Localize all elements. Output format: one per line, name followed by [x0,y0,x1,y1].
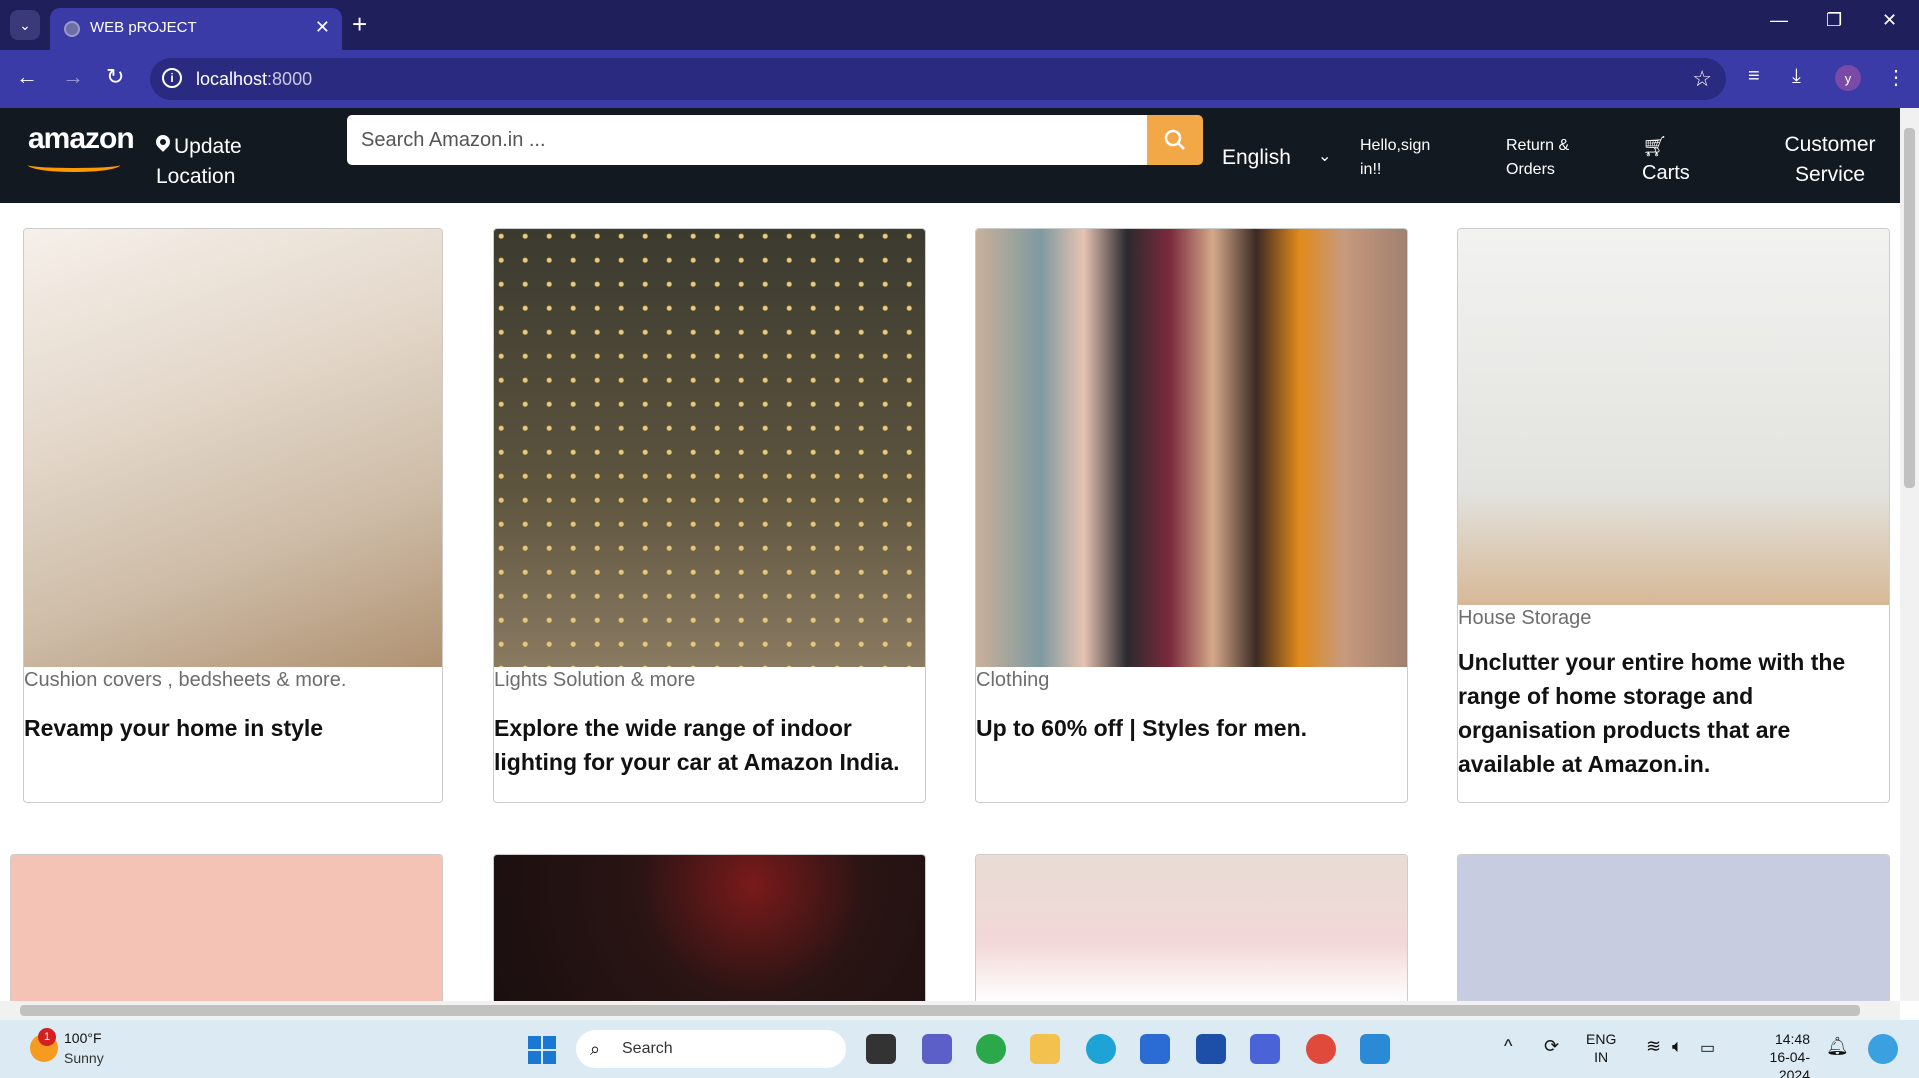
bookmark-star-icon[interactable]: ☆ [1692,66,1712,92]
amazon-logo[interactable]: amazon [28,122,135,156]
search-icon: ⌕ [590,1039,601,1059]
language-select[interactable]: English [1222,146,1291,170]
product-card[interactable]: Lights Solution & more Explore the wide … [493,228,926,803]
returns-orders-link[interactable]: Return & Orders [1506,134,1596,182]
url-text: localhost:8000 [196,69,313,89]
search-button[interactable] [1147,115,1203,165]
card-category: Cushion covers , bedsheets & more. [24,669,347,691]
card-category: Clothing [976,669,1050,691]
card-image [11,855,442,1001]
volume-icon[interactable]: 🔈︎ [1672,1036,1683,1057]
url-field[interactable]: i localhost:8000 ☆ [150,58,1726,100]
tab-search-button[interactable]: ⌄ [10,10,40,40]
card-image [976,229,1407,667]
notification-bell-icon[interactable]: 🔔︎ [1826,1036,1849,1057]
card-image [494,229,925,667]
card-image [1458,229,1889,605]
reload-icon[interactable]: ↻ [106,64,124,90]
download-icon[interactable]: ⤓ [1792,65,1801,88]
card-category: House Storage [1458,607,1592,629]
file-explorer-icon[interactable] [1030,1034,1060,1064]
linkedin-icon[interactable] [1196,1034,1226,1064]
vertical-scroll-thumb[interactable] [1904,128,1915,488]
wifi-icon[interactable]: ≋ [1646,1036,1661,1057]
product-card[interactable]: Cushion covers , bedsheets & more. Revam… [23,228,443,803]
close-window-icon[interactable]: ✕ [1882,10,1897,31]
product-card[interactable] [10,854,443,1001]
customer-service-link[interactable]: Customer Service [1770,130,1890,190]
weather-temperature[interactable]: 100°F [64,1030,102,1046]
browser-menu-icon[interactable]: ⋮ [1886,65,1906,90]
sign-in-link[interactable]: Hello,sign in!! [1360,134,1460,182]
taskbar-search[interactable]: ⌕ Search [576,1030,846,1068]
store-icon[interactable] [1140,1034,1170,1064]
profile-avatar[interactable]: y [1835,65,1861,91]
back-icon[interactable]: ← [16,64,38,90]
card-title[interactable]: Revamp your home in style [24,711,434,745]
teams-icon[interactable] [922,1034,952,1064]
card-title[interactable]: Unclutter your entire home with the rang… [1458,645,1889,781]
chrome-icon[interactable] [1306,1034,1336,1064]
windows-taskbar: 1 100°F Sunny ⌕ Search ^ ⟳ ENG IN ≋ 🔈︎ ▭… [0,1020,1919,1078]
site-info-icon[interactable]: i [162,68,182,88]
language-indicator[interactable]: ENG IN [1586,1030,1616,1066]
horizontal-scrollbar[interactable] [0,1001,1900,1020]
browser-tab-bar: ⌄ WEB pROJECT ✕ + — ❐ ✕ [0,0,1919,50]
logo-smile-icon [28,158,120,172]
close-tab-icon[interactable]: ✕ [315,17,330,38]
product-card[interactable] [975,854,1408,1001]
copilot-icon[interactable] [976,1034,1006,1064]
update-location-link[interactable]: Update Location [156,132,242,192]
forward-icon[interactable]: → [62,64,84,90]
search-input[interactable]: Search Amazon.in ... [347,115,1147,165]
task-view-icon[interactable] [866,1034,896,1064]
product-card[interactable] [493,854,926,1001]
chevron-down-icon[interactable]: ⌄ [1318,146,1331,166]
battery-icon[interactable]: ▭ [1700,1038,1715,1058]
windows-start-icon[interactable] [528,1036,556,1064]
new-tab-button[interactable]: + [352,9,367,40]
card-image [1458,855,1889,1001]
card-title[interactable]: Explore the wide range of indoor lightin… [494,711,919,779]
card-category: Lights Solution & more [494,669,696,691]
horizontal-scroll-thumb[interactable] [20,1005,1860,1016]
search-icon [1164,129,1185,150]
chevron-up-icon[interactable]: ^ [1504,1036,1512,1057]
browser-tab[interactable]: WEB pROJECT ✕ [50,8,342,50]
clock[interactable]: 14:48 16-04-2024 [1740,1030,1810,1078]
taskbar-search-label: Search [622,1040,673,1057]
app-icon[interactable] [1250,1034,1280,1064]
product-card[interactable]: Clothing Up to 60% off | Styles for men. [975,228,1408,803]
edge-icon[interactable] [1086,1034,1116,1064]
card-title[interactable]: Up to 60% off | Styles for men. [976,711,1401,745]
vertical-scrollbar[interactable] [1900,108,1919,1001]
cart-icon[interactable]: 🛒︎ [1642,134,1667,159]
tab-title: WEB pROJECT [90,19,197,36]
product-card[interactable] [1457,854,1890,1001]
media-control-icon[interactable]: ≡ [1748,65,1760,88]
globe-icon [64,21,80,37]
address-bar: ← → ↻ i localhost:8000 ☆ ≡ ⤓ y ⋮ [0,50,1919,108]
weather-badge: 1 [38,1028,56,1046]
weather-description[interactable]: Sunny [64,1050,104,1066]
site-header: amazon Update Location Search Amazon.in … [0,108,1900,203]
minimize-icon[interactable]: — [1770,10,1788,31]
location-pin-icon [156,135,170,153]
restore-icon[interactable]: ❐ [1826,10,1842,31]
card-image [24,229,442,667]
copilot-preview-icon[interactable] [1868,1034,1898,1064]
card-image [494,855,925,1001]
vscode-icon[interactable] [1360,1034,1390,1064]
carts-link[interactable]: Carts [1642,162,1690,185]
card-image [976,855,1407,1001]
sync-icon[interactable]: ⟳ [1544,1036,1559,1057]
search-placeholder: Search Amazon.in ... [361,129,546,151]
product-card[interactable]: House Storage Unclutter your entire home… [1457,228,1890,803]
